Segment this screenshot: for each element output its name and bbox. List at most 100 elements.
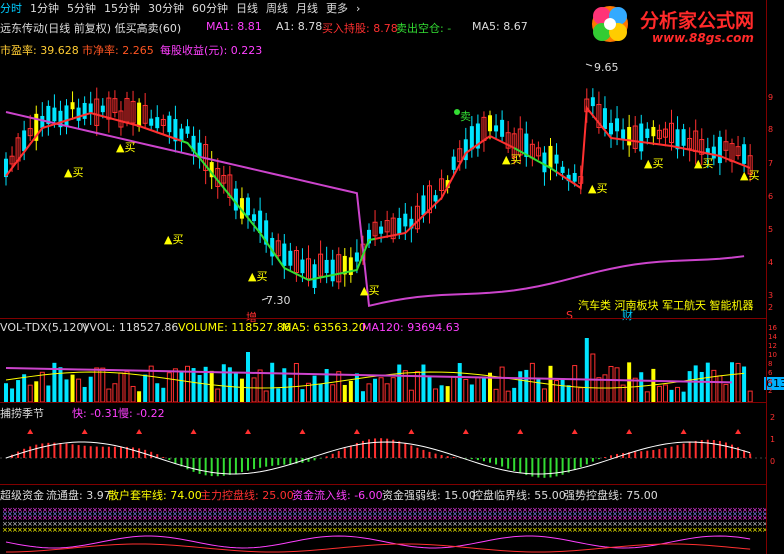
volume-bar (88, 376, 93, 402)
volume-bar (106, 388, 112, 402)
candle-body (639, 123, 644, 152)
vol-axis-tick: 8 (768, 360, 772, 368)
candle-body (330, 259, 335, 282)
candle-body (542, 152, 547, 173)
candle-body (500, 119, 505, 137)
volume-bar (614, 367, 620, 402)
volume-bar (735, 362, 741, 402)
volume-bar (554, 380, 560, 402)
volume-bar (669, 389, 674, 402)
fund-title: 超级资金 (0, 489, 44, 502)
season-up-arrow (462, 429, 469, 434)
volume-bar (270, 362, 275, 402)
volume-bar (590, 353, 596, 402)
candle-body (185, 126, 190, 134)
volume-bar (687, 371, 692, 402)
buy-mark-7: ▲买 (588, 182, 608, 195)
volume-bar (384, 383, 390, 402)
candle-body (40, 115, 45, 129)
candle-body (82, 102, 87, 119)
volume-bar (469, 384, 474, 402)
candle-body (742, 144, 747, 164)
vol-axis-tick: 2 (768, 387, 772, 395)
volume-ma120-line (5, 367, 733, 384)
vol-axis-tick: 14 (768, 333, 777, 341)
fund-chart[interactable]: × × × × × × × × × × × × × × × × × × × × × × × × × × × × × × × × × × × × × × × ×… (0, 502, 766, 554)
volume-bar (524, 369, 529, 402)
right-axis: 98765432161412108642210 (768, 93, 777, 466)
volume-bar (342, 384, 347, 402)
volume-bar (94, 367, 100, 402)
candle-body (312, 264, 317, 288)
volume-bar (378, 377, 384, 402)
volume-bar (675, 386, 681, 402)
buy-mark-8: ▲买 (644, 157, 664, 170)
volume-bar (166, 372, 172, 402)
volume-bar (251, 377, 257, 402)
season-up-arrow (408, 429, 415, 434)
volume-bar (717, 375, 723, 402)
volume-bar (427, 376, 432, 402)
volume-bar (10, 388, 15, 402)
volume-bar (179, 371, 184, 402)
candle-body (602, 108, 607, 130)
volume-bar (221, 364, 226, 402)
volume-bar (143, 374, 148, 402)
season-fast-line (5, 441, 751, 475)
volume-bar (475, 377, 481, 402)
volume-bar (499, 366, 505, 402)
candle-body (22, 130, 27, 152)
volume-bar (22, 374, 27, 402)
candle-body (300, 259, 305, 274)
candle-body (488, 115, 492, 132)
season-chart[interactable] (0, 402, 766, 482)
main-axis-tick: 9 (768, 93, 773, 102)
volume-bar (566, 385, 571, 402)
volume-bar (390, 377, 396, 402)
volume-bar (246, 352, 250, 402)
candle-body (615, 118, 620, 132)
volume-bar (408, 389, 414, 402)
main-axis-tick: 6 (768, 192, 773, 201)
volume-bar (632, 377, 638, 402)
volume-bar (306, 382, 311, 402)
volume-bar (681, 391, 686, 402)
volume-bar (112, 383, 118, 402)
volume-bar (421, 364, 426, 402)
volume-chart[interactable] (0, 318, 766, 402)
trend-line-up-2 (374, 134, 515, 240)
volume-bar (451, 376, 457, 402)
volume-bar (318, 383, 323, 402)
volume-bar (742, 366, 747, 402)
high-price-label: 9.65 (594, 61, 619, 74)
candle-body (252, 214, 257, 222)
concept-tags[interactable]: 汽车类 河南板块 军工航天 智能机器 (578, 297, 754, 313)
volume-bar (293, 362, 299, 402)
candle-body (554, 154, 559, 164)
fund-inflow-line (5, 535, 751, 549)
buy-mark-2: ▲买 (116, 141, 136, 154)
volume-bar (529, 362, 535, 402)
volume-bar (288, 377, 293, 402)
season-up-arrow (190, 429, 197, 434)
main-axis-tick: 7 (768, 159, 773, 168)
candle-body (645, 128, 650, 138)
volume-bar (445, 386, 450, 402)
volume-bar (16, 380, 21, 402)
volume-bar (481, 376, 486, 402)
candle-body (258, 210, 263, 233)
vol-axis-tick: 12 (768, 342, 777, 350)
season-up-arrow (136, 429, 143, 434)
volume-bar (644, 391, 650, 402)
fund-liutong: 流通盘: 3.97 (46, 489, 111, 502)
volume-bar (191, 368, 196, 402)
volume-bar (209, 370, 214, 402)
buy-mark-10: ▲买 (740, 169, 760, 182)
candle-body (137, 102, 142, 127)
candle-body (282, 243, 287, 266)
buy-mark-5: ▲买 (360, 284, 380, 297)
vol-axis-tick: 6 (768, 369, 773, 377)
candle-body (451, 156, 456, 170)
candle-body (421, 195, 426, 215)
volume-bar (354, 373, 359, 402)
